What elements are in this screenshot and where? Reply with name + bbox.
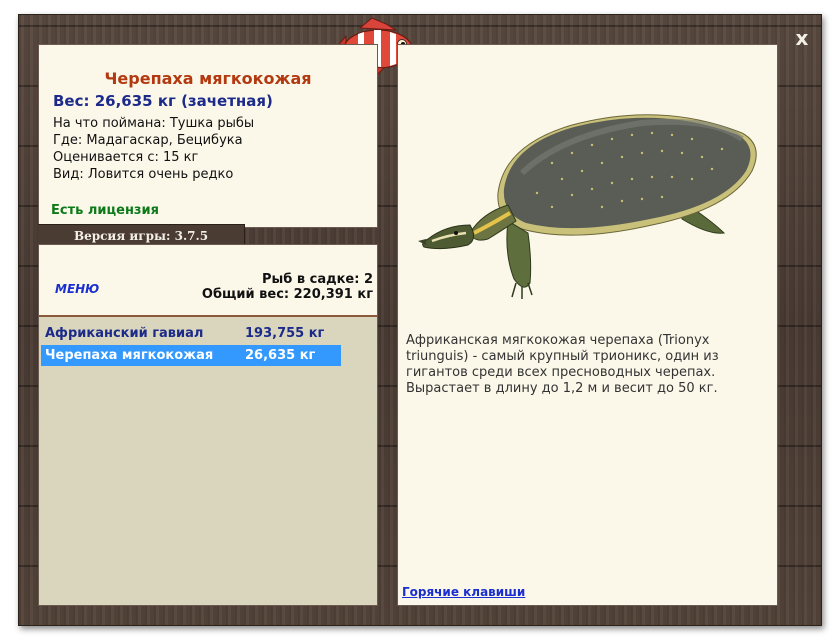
license-status: Есть лицензия: [51, 203, 159, 218]
close-icon[interactable]: x: [792, 28, 812, 48]
bait-info: На что поймана: Тушка рыбы: [53, 116, 255, 131]
fish-count: Рыб в садке: 2: [261, 272, 373, 287]
total-weight: Общий вес: 220,391 кг: [201, 287, 373, 302]
menu-button[interactable]: МЕНЮ: [55, 282, 99, 296]
list-item-name: Черепаха мягкокожая: [45, 348, 214, 363]
fish-details: На что поймана: Тушка рыбы Где: Мадагаск…: [53, 115, 254, 183]
list-item-weight: 26,635 кг: [245, 348, 316, 363]
list-item-name: Африканский гавиал: [45, 326, 204, 341]
fish-description: Африканская мягкокожая черепаха (Trionyx…: [406, 333, 719, 396]
catch-info-panel: Черепаха мягкокожая Вес: 26,635 кг (заче…: [38, 44, 378, 228]
list-item[interactable]: Африканский гавиал 193,755 кг: [41, 323, 341, 344]
list-item-weight: 193,755 кг: [245, 326, 325, 341]
location-info: Где: Мадагаскар, Бецибука: [53, 133, 243, 148]
valued-from-info: Оценивается с: 15 кг: [53, 150, 199, 165]
keepnet-header: МЕНЮ Рыб в садке: 2 Общий вес: 220,391 к…: [39, 245, 377, 317]
fish-description-panel: Африканская мягкокожая черепаха (Trionyx…: [397, 44, 778, 606]
softshell-turtle-image: [418, 114, 757, 299]
rarity-info: Вид: Ловится очень редко: [53, 167, 234, 182]
fish-weight: Вес: 26,635 кг (зачетная): [53, 92, 273, 110]
list-item-selected[interactable]: Черепаха мягкокожая 26,635 кг: [41, 345, 341, 366]
keepnet-panel: МЕНЮ Рыб в садке: 2 Общий вес: 220,391 к…: [38, 244, 378, 606]
fish-title: Черепаха мягкокожая: [104, 69, 312, 88]
hotkeys-link[interactable]: Горячие клавиши: [402, 585, 525, 599]
keepnet-stats: Рыб в садке: 2 Общий вес: 220,391 кг: [202, 272, 373, 302]
